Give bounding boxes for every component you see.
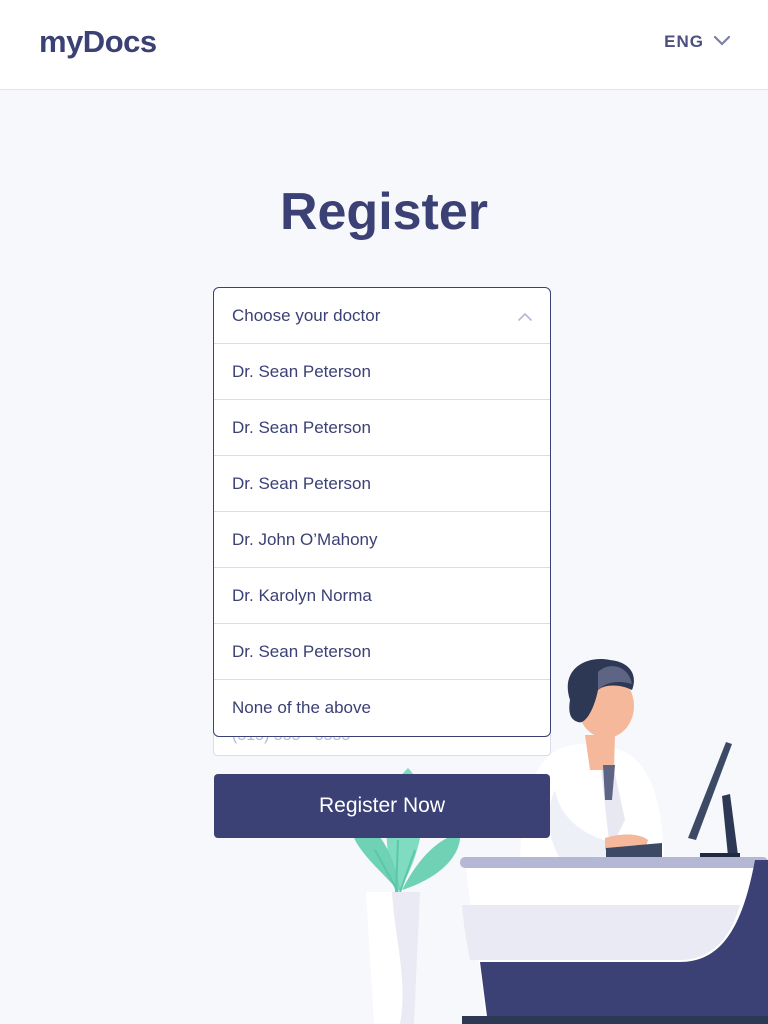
logo[interactable]: myDocs — [39, 24, 157, 60]
doctor-option-none[interactable]: None of the above — [214, 680, 550, 736]
doctor-select-header[interactable]: Choose your doctor — [214, 288, 550, 344]
doctor-option[interactable]: Dr. Karolyn Norma — [214, 568, 550, 624]
doctor-option[interactable]: Dr. Sean Peterson — [214, 624, 550, 680]
register-now-button[interactable]: Register Now — [214, 774, 550, 838]
doctor-select-dropdown[interactable]: Choose your doctor Dr. Sean Peterson Dr.… — [213, 287, 551, 737]
doctor-select-placeholder: Choose your doctor — [232, 305, 381, 325]
language-label: ENG — [664, 32, 704, 51]
desk-illustration — [460, 857, 768, 1024]
doctor-option[interactable]: Dr. John O’Mahony — [214, 512, 550, 568]
doctor-option[interactable]: Dr. Sean Peterson — [214, 344, 550, 400]
page-title: Register — [279, 183, 489, 241]
chevron-down-icon — [713, 33, 731, 51]
language-selector[interactable]: ENG — [664, 32, 731, 52]
doctor-option[interactable]: Dr. Sean Peterson — [214, 400, 550, 456]
doctor-option[interactable]: Dr. Sean Peterson — [214, 456, 550, 512]
chevron-up-icon — [518, 306, 532, 326]
top-header: myDocs ENG — [0, 0, 768, 90]
